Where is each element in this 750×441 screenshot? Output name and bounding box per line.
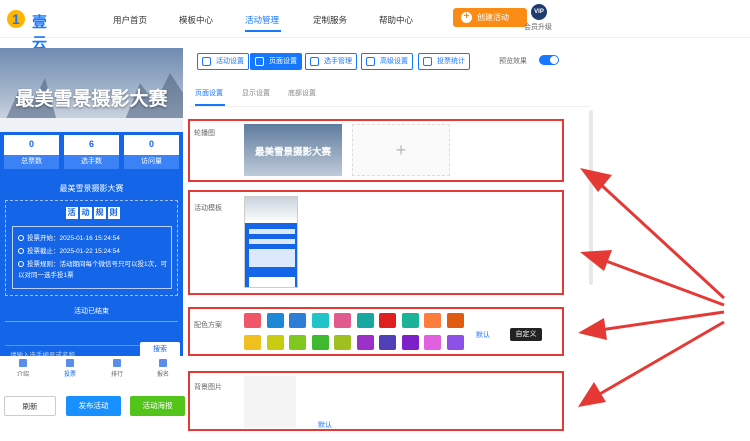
stat-label: 总票数 [4, 155, 59, 169]
contest-name: 最美雪景摄影大赛 [59, 184, 124, 193]
toolbar-label: 活动设置 [216, 58, 244, 65]
rules-heading-char: 动 [79, 207, 92, 219]
vip-upgrade-label[interactable]: 会员升级 [524, 22, 552, 32]
rules-heading-char: 活 [65, 207, 78, 219]
rule-start: 投票开始：2025-01-16 15:24:54 [18, 233, 168, 244]
gear-icon [255, 57, 264, 66]
rule-end: 投票截止：2025-01-22 15:24:54 [18, 246, 168, 257]
phone-preview: 最美雪景摄影大赛 0 总票数 6 选手数 0 访问量 最美雪景摄影大赛 活动规则… [0, 48, 185, 441]
rule-start-text: 投票开始：2025-01-16 15:24:54 [27, 235, 120, 242]
toolbar-label: 选手管理 [324, 58, 352, 65]
chart-icon [113, 359, 121, 367]
annotation-box-template [188, 190, 564, 295]
annotation-arrow [597, 320, 725, 397]
tab-ranking[interactable]: 排行 [102, 359, 132, 378]
nav-home[interactable]: 用户首页 [113, 14, 147, 26]
refresh-button[interactable]: 刷新 [4, 396, 56, 416]
tab-intro[interactable]: 介绍 [8, 359, 38, 378]
clock-icon [18, 248, 24, 255]
rules-heading-char: 规 [93, 207, 106, 219]
stat-label: 选手数 [64, 155, 119, 169]
nav-templates[interactable]: 模板中心 [179, 14, 213, 26]
home-icon [19, 359, 27, 367]
nav-activity-management[interactable]: 活动管理 [245, 14, 279, 26]
subtab-divider [190, 106, 590, 107]
tab-advanced-settings[interactable]: 高级设置 [361, 53, 413, 70]
preview-tabbar: 介绍 投票 排行 报名 [0, 356, 183, 384]
annotation-box-color-scheme [188, 307, 564, 356]
rule-end-text: 投票截止：2025-01-22 15:24:54 [27, 248, 120, 255]
tab-vote-statistics[interactable]: 投票统计 [418, 53, 470, 70]
users-icon [310, 57, 319, 66]
stat-label: 访问量 [124, 155, 179, 169]
toolbar-label: 投票统计 [437, 58, 465, 65]
publish-activity-button[interactable]: 发布活动 [66, 396, 121, 416]
scrollbar[interactable] [589, 110, 593, 285]
tab-contestant-management[interactable]: 选手管理 [305, 53, 357, 70]
create-activity-label: 创建活动 [477, 13, 509, 22]
stat-total-votes: 0 总票数 [4, 135, 59, 169]
preview-banner: 最美雪景摄影大赛 [0, 48, 183, 132]
rules-panel: 活动规则 投票开始：2025-01-16 15:24:54 投票截止：2025-… [5, 200, 178, 296]
nav-help-center[interactable]: 帮助中心 [379, 14, 413, 26]
annotation-box-background [188, 371, 564, 431]
preview-effect-label: 预览效果 [499, 58, 527, 65]
annotation-arrow [597, 256, 725, 307]
rules-box: 投票开始：2025-01-16 15:24:54 投票截止：2025-01-22… [12, 226, 172, 289]
stat-value: 6 [88, 139, 94, 149]
stat-visits: 0 访问量 [124, 135, 179, 169]
rules-heading-char: 则 [107, 207, 120, 219]
plus-icon: + [461, 12, 472, 23]
preview-effect-toggle[interactable] [539, 55, 559, 65]
bar-chart-icon [423, 57, 432, 66]
toolbar-label: 页面设置 [269, 58, 297, 65]
top-navbar: 1 壹云微 用户首页 模板中心 活动管理 定制服务 帮助中心 + 创建活动 VI… [0, 0, 750, 73]
stat-contestants: 6 选手数 [64, 135, 119, 169]
subtab-display-settings[interactable]: 显示设置 [242, 88, 270, 98]
tab-page-settings[interactable]: 页面设置 [250, 53, 302, 70]
activity-ended-banner: 活动已结束 [5, 302, 178, 322]
annotation-arrow [596, 180, 726, 300]
sliders-icon [366, 57, 375, 66]
activity-poster-button[interactable]: 活动海报 [130, 396, 185, 416]
tab-label: 投票 [63, 372, 76, 378]
tab-label: 介绍 [16, 372, 29, 378]
tab-activity-settings[interactable]: 活动设置 [197, 53, 249, 70]
rule-policy: 投票规则：活动期间每个微信号只可以投1次，可以对同一选手投1票 [18, 259, 168, 281]
tab-vote[interactable]: 投票 [55, 359, 85, 378]
toolbar-label: 高级设置 [380, 58, 408, 65]
clock-icon [18, 235, 24, 242]
info-icon [18, 261, 24, 268]
rules-heading: 活动规则 [6, 207, 179, 219]
annotation-box-banner [188, 119, 564, 182]
subtab-page-settings[interactable]: 页面设置 [195, 88, 223, 98]
tab-label: 排行 [110, 372, 123, 378]
vip-icon[interactable]: VIP [531, 4, 547, 20]
nav-active-indicator [245, 30, 281, 32]
logo-icon: 1 [7, 10, 25, 28]
banner-title: 最美雪景摄影大赛 [15, 88, 168, 110]
svg-text:1: 1 [12, 11, 20, 27]
tab-signup[interactable]: 报名 [148, 359, 178, 378]
rule-policy-text: 投票规则：活动期间每个微信号只可以投1次，可以对同一选手投1票 [18, 261, 168, 279]
annotation-arrow [599, 310, 725, 332]
stat-value: 0 [28, 139, 34, 149]
subtab-footer-settings[interactable]: 底部设置 [288, 88, 316, 98]
stats-row: 0 总票数 6 选手数 0 访问量 [4, 135, 179, 169]
nav-custom-service[interactable]: 定制服务 [313, 14, 347, 26]
gear-icon [202, 57, 211, 66]
tab-label: 报名 [156, 372, 169, 378]
flag-icon [66, 359, 74, 367]
create-activity-button[interactable]: + 创建活动 [453, 8, 527, 27]
hand-icon [159, 359, 167, 367]
stat-value: 0 [148, 139, 154, 149]
